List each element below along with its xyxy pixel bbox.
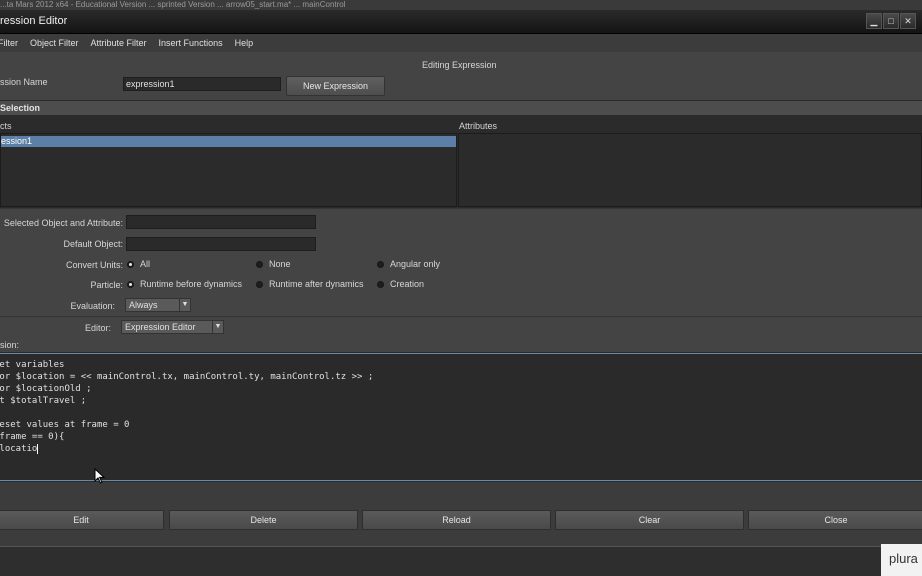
code-line: tor $location = << mainControl.tx, mainC… — [0, 372, 374, 382]
evaluation-label: Evaluation: — [70, 301, 115, 311]
objects-list-header: cts — [0, 121, 12, 131]
particle-before-dynamics-radio[interactable]: Runtime before dynamics — [127, 279, 242, 289]
expression-label: sion: — [0, 340, 20, 350]
clear-button[interactable]: Clear — [555, 510, 744, 530]
editor-value: Expression Editor — [125, 322, 196, 332]
chevron-down-icon: ▼ — [179, 299, 190, 311]
delete-button[interactable]: Delete — [169, 510, 358, 530]
evaluation-dropdown[interactable]: Always ▼ — [125, 298, 191, 312]
default-object-label: Default Object: — [63, 239, 123, 249]
convert-units-all-radio[interactable]: All — [127, 259, 150, 269]
expression-name-label: ssion Name — [0, 77, 48, 87]
particle-creation-radio[interactable]: Creation — [377, 279, 424, 289]
objects-list[interactable]: ession1 — [0, 133, 457, 207]
radio-label: Creation — [390, 279, 425, 289]
expression-name-field[interactable]: expression1 — [123, 77, 281, 91]
list-item[interactable]: ession1 — [1, 136, 456, 147]
menu-help[interactable]: Help — [235, 38, 254, 48]
radio-label: Angular only — [390, 259, 441, 269]
watermark-logo: plura — [881, 544, 922, 576]
code-line: tor $locationOld ; — [0, 384, 92, 394]
particle-label: Particle: — [90, 280, 123, 290]
code-line: (frame == 0){ — [0, 432, 65, 442]
menu-filter[interactable]: Filter — [0, 38, 18, 48]
convert-units-label: Convert Units: — [65, 260, 123, 270]
selection-section-header[interactable]: Selection — [0, 101, 922, 115]
window-controls: ▁ □ ✕ — [866, 13, 916, 29]
edit-button[interactable]: Edit — [0, 510, 164, 530]
default-object-field[interactable] — [126, 237, 316, 251]
code-line-text: $locatio — [0, 444, 38, 454]
expression-settings-panel: Selected Object and Attribute: Default O… — [0, 208, 922, 352]
expression-code-editor[interactable]: set variables tor $location = << mainCon… — [0, 353, 922, 481]
menu-bar: Filter Object Filter Attribute Filter In… — [0, 34, 922, 52]
radio-icon — [256, 281, 263, 289]
mouse-pointer-icon — [94, 468, 106, 484]
radio-icon — [377, 261, 384, 269]
radio-icon — [377, 281, 384, 289]
attributes-list-header: Attributes — [459, 121, 498, 131]
code-line-current: $locatio — [0, 443, 922, 455]
settings-divider — [0, 316, 922, 317]
status-strip — [0, 546, 922, 576]
radio-icon — [256, 261, 263, 269]
background-window-title: ...ta Mars 2012 x64 - Educational Versio… — [0, 0, 922, 10]
particle-after-dynamics-radio[interactable]: Runtime after dynamics — [256, 279, 364, 289]
code-line: at $totalTravel ; — [0, 396, 87, 406]
convert-units-none-radio[interactable]: None — [256, 259, 291, 269]
radio-label: Runtime before dynamics — [140, 279, 243, 289]
new-expression-button[interactable]: New Expression — [286, 76, 385, 96]
close-icon[interactable]: ✕ — [900, 13, 916, 29]
editor-label: Editor: — [84, 323, 111, 333]
selected-object-field[interactable] — [126, 215, 316, 229]
menu-insert-functions[interactable]: Insert Functions — [159, 38, 223, 48]
window-titlebar[interactable]: ression Editor ▁ □ ✕ — [0, 10, 922, 34]
radio-selected-icon — [127, 261, 134, 269]
radio-label: Runtime after dynamics — [269, 279, 364, 289]
expression-header-panel: Editing Expression ssion Name expression… — [0, 52, 922, 100]
menu-object-filter[interactable]: Object Filter — [30, 38, 79, 48]
attributes-list[interactable] — [458, 133, 922, 207]
maximize-icon[interactable]: □ — [883, 13, 899, 29]
minimize-icon[interactable]: ▁ — [866, 13, 882, 29]
text-caret — [37, 443, 39, 454]
code-line: set variables — [0, 360, 65, 370]
chevron-down-icon: ▼ — [212, 321, 223, 333]
button-bar: Edit Delete Reload Clear Close — [0, 482, 922, 546]
radio-selected-icon — [127, 281, 134, 289]
radio-label: All — [140, 259, 151, 269]
evaluation-value: Always — [129, 300, 158, 310]
radio-label: None — [269, 259, 291, 269]
menu-attribute-filter[interactable]: Attribute Filter — [91, 38, 147, 48]
convert-units-angular-radio[interactable]: Angular only — [377, 259, 440, 269]
editing-expression-label: Editing Expression — [422, 60, 497, 70]
selected-object-label: Selected Object and Attribute: — [3, 218, 123, 228]
reload-button[interactable]: Reload — [362, 510, 551, 530]
window-title: ression Editor — [0, 15, 68, 27]
code-line: reset values at frame = 0 — [0, 420, 130, 430]
close-button[interactable]: Close — [748, 510, 922, 530]
editor-dropdown[interactable]: Expression Editor ▼ — [121, 320, 224, 334]
